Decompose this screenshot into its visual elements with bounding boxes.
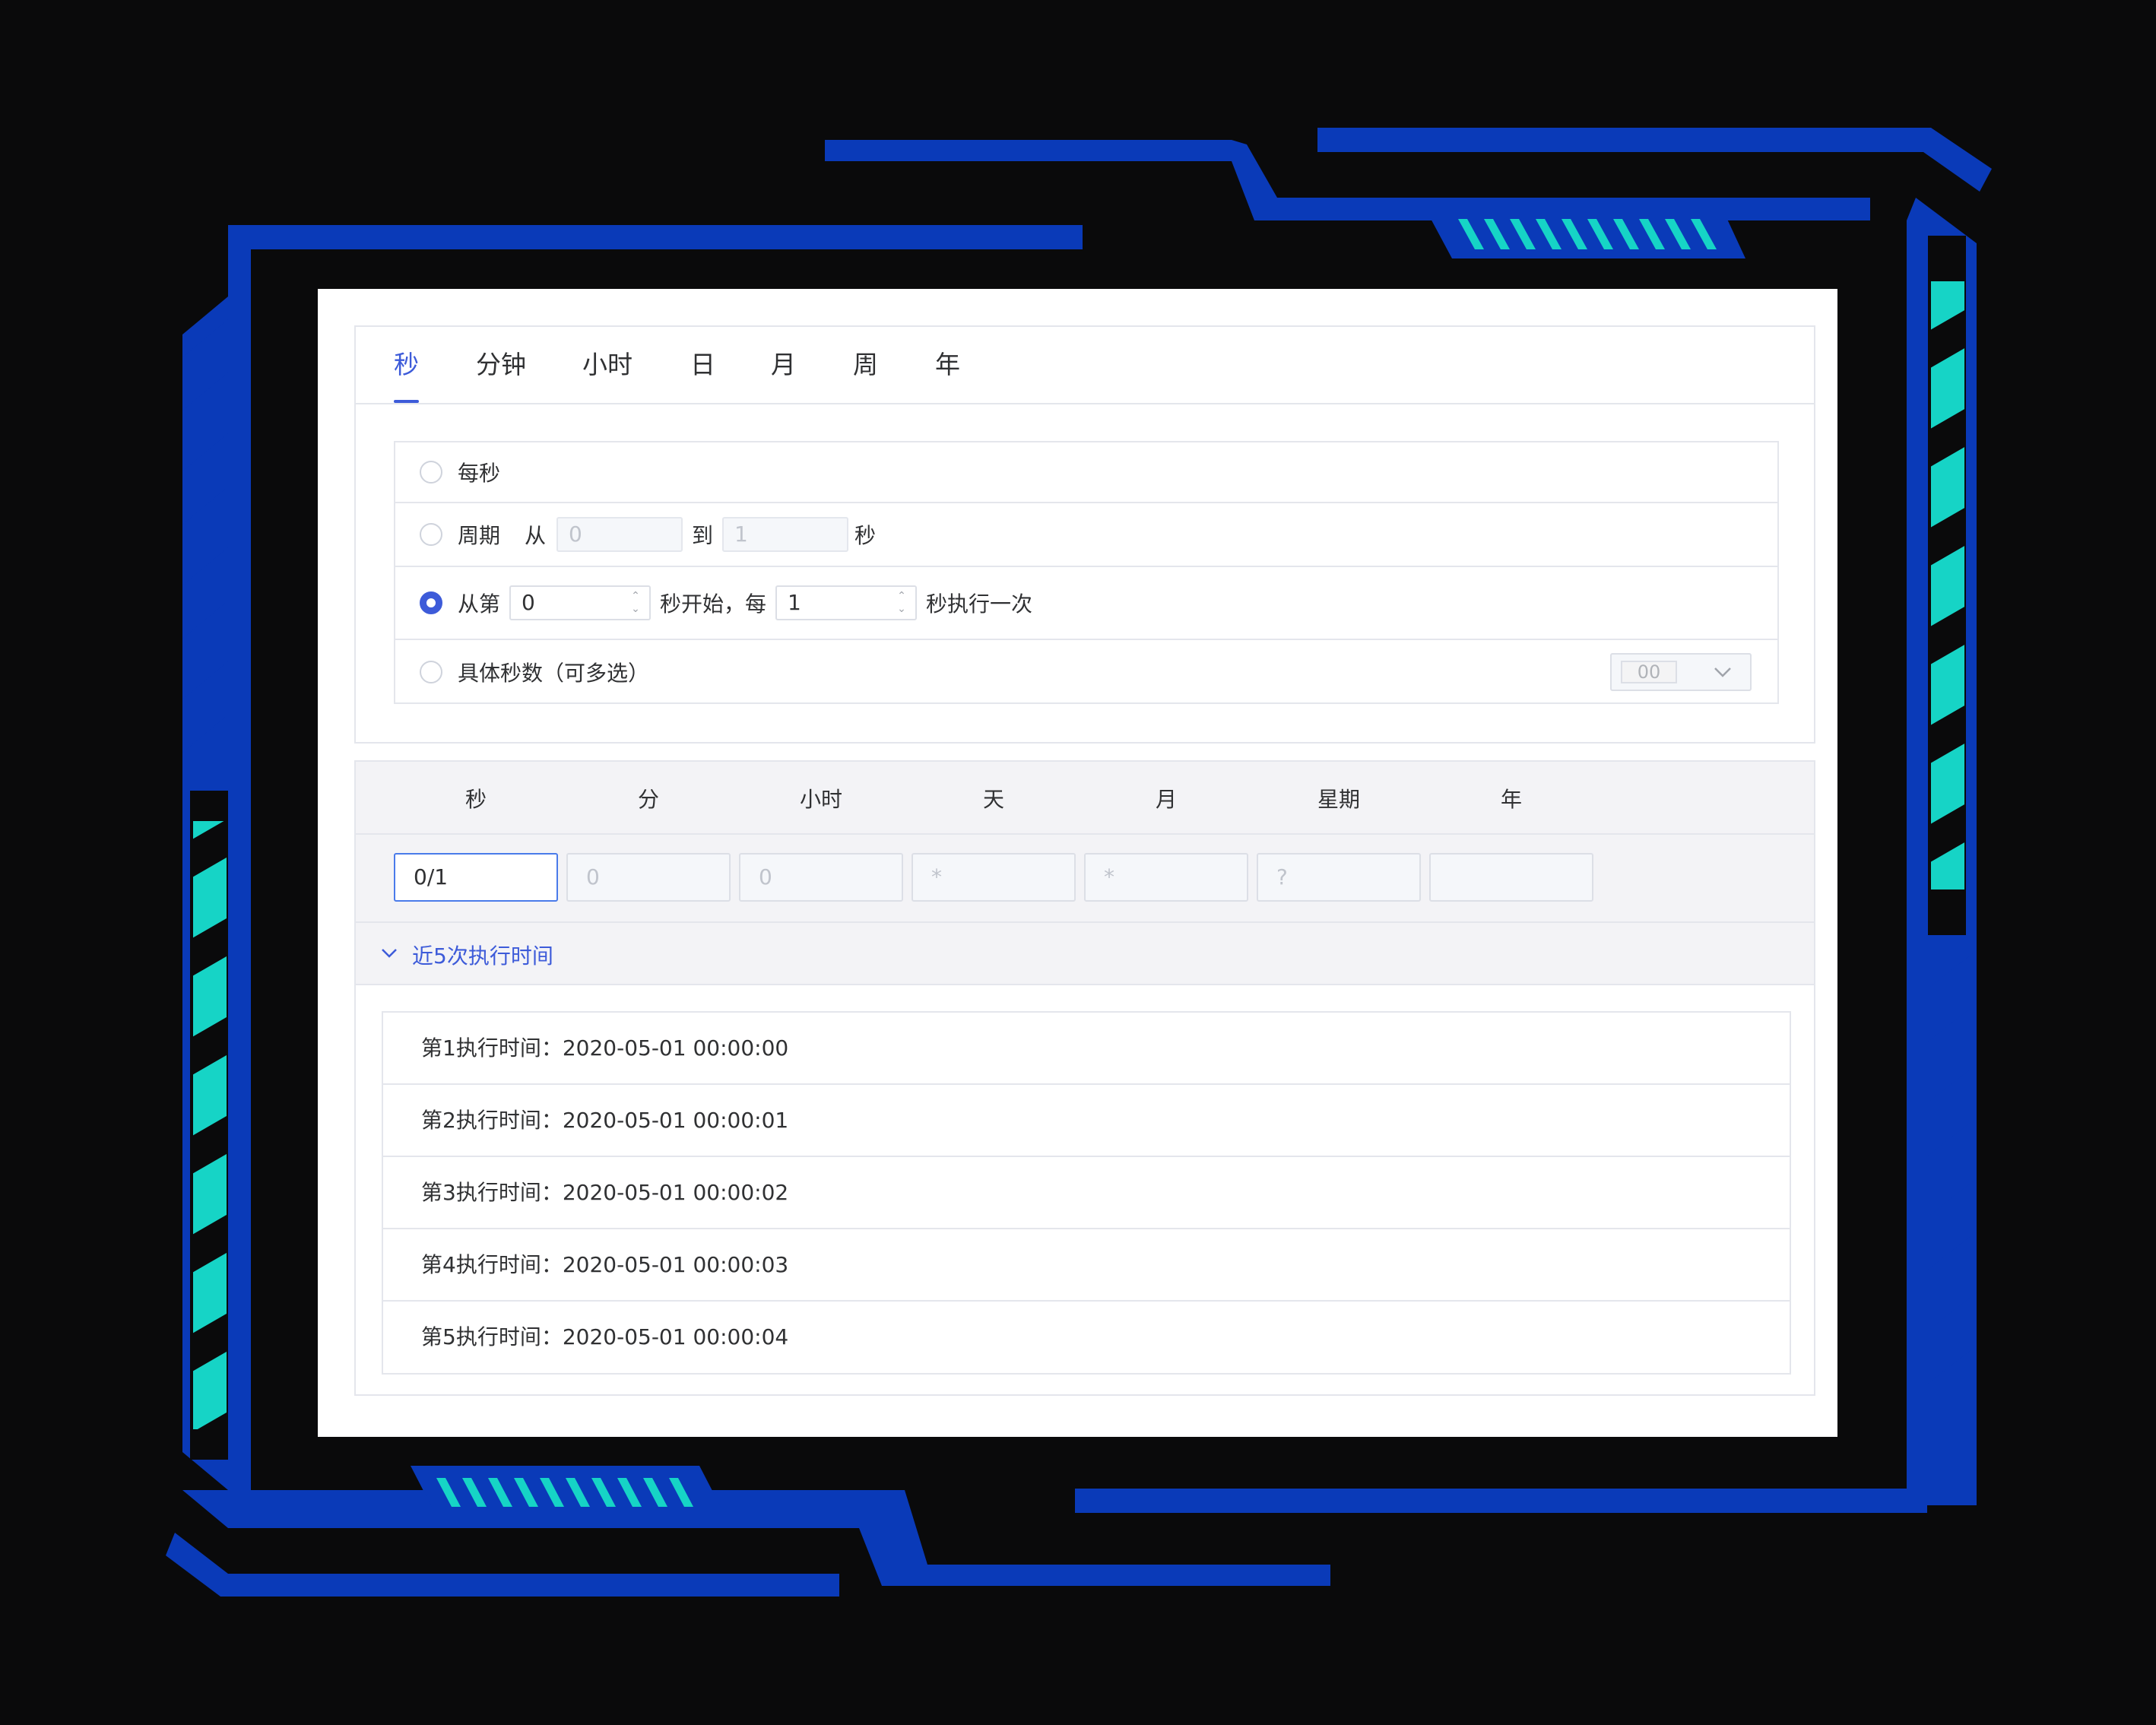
- period-to-label: 到: [692, 523, 714, 548]
- unit-tabs: 秒 分钟 小时 日 月 周 年: [356, 327, 1814, 404]
- period-unit: 秒: [854, 523, 877, 548]
- field-input-day[interactable]: *: [912, 853, 1076, 902]
- chevron-down-icon: [382, 949, 397, 958]
- second-options: 每秒 周期 从 0 到 1 秒 从第 0 ⌃ ⌄ 秒开始，每 1 ⌃ ⌄ 秒执行…: [394, 441, 1779, 704]
- loop-end-label: 秒执行一次: [926, 591, 1033, 617]
- list-item: 第3执行时间：2020-05-01 00:00:02: [383, 1157, 1790, 1229]
- run-label: 第1执行时间：: [421, 1035, 563, 1061]
- tab-year[interactable]: 年: [935, 350, 960, 403]
- field-header-month: 月: [1155, 787, 1177, 812]
- run-time: 2020-05-01 00:00:02: [562, 1180, 789, 1205]
- stepper-arrows-icon[interactable]: ⌃ ⌄: [896, 590, 908, 616]
- specific-label: 具体秒数（可多选）: [458, 661, 650, 686]
- tab-day[interactable]: 日: [690, 350, 715, 403]
- radio-loop[interactable]: [420, 591, 442, 614]
- option-loop[interactable]: 从第 0 ⌃ ⌄ 秒开始，每 1 ⌃ ⌄ 秒执行一次: [395, 567, 1777, 640]
- field-header-week: 星期: [1317, 787, 1360, 812]
- radio-period[interactable]: [420, 523, 442, 546]
- list-item: 第5执行时间：2020-05-01 00:00:04: [383, 1302, 1790, 1374]
- field-header-minute: 分: [637, 787, 659, 812]
- run-time: 2020-05-01 00:00:03: [562, 1252, 789, 1277]
- radio-every[interactable]: [420, 461, 442, 484]
- every-label: 每秒: [458, 461, 501, 486]
- run-time: 2020-05-01 00:00:04: [562, 1324, 789, 1349]
- tab-month[interactable]: 月: [771, 350, 796, 403]
- field-input-year[interactable]: [1429, 853, 1593, 902]
- field-header-row: 秒 分 小时 天 月 星期 年: [356, 762, 1814, 835]
- period-from-input[interactable]: 0: [556, 517, 683, 552]
- field-header-year: 年: [1500, 787, 1522, 812]
- list-item: 第2执行时间：2020-05-01 00:00:01: [383, 1085, 1790, 1157]
- radio-specific[interactable]: [420, 661, 442, 683]
- stepper-arrows-icon[interactable]: ⌃ ⌄: [629, 590, 642, 616]
- option-every-second[interactable]: 每秒: [395, 442, 1777, 503]
- run-label: 第3执行时间：: [421, 1180, 563, 1205]
- field-header-second: 秒: [464, 787, 487, 812]
- cron-fields-card: 秒 分 小时 天 月 星期 年 0/1 0 0 * * ? 近5次执行时间 第1…: [354, 760, 1815, 1396]
- option-period[interactable]: 周期 从 0 到 1 秒: [395, 503, 1777, 567]
- selected-second-tag: 00: [1621, 661, 1677, 683]
- option-specific[interactable]: 具体秒数（可多选） 00: [395, 640, 1777, 704]
- recent-runs-list: 第1执行时间：2020-05-01 00:00:00 第2执行时间：2020-0…: [382, 1011, 1791, 1375]
- run-label: 第2执行时间：: [421, 1108, 563, 1133]
- field-input-week[interactable]: ?: [1257, 853, 1421, 902]
- loop-start-input[interactable]: 0 ⌃ ⌄: [509, 585, 652, 620]
- tab-minute[interactable]: 分钟: [476, 350, 526, 403]
- tab-second[interactable]: 秒: [394, 350, 419, 403]
- list-item: 第1执行时间：2020-05-01 00:00:00: [383, 1013, 1790, 1085]
- field-input-month[interactable]: *: [1084, 853, 1248, 902]
- run-time: 2020-05-01 00:00:01: [562, 1108, 789, 1133]
- period-label: 周期: [458, 523, 501, 548]
- tab-week[interactable]: 周: [853, 350, 878, 403]
- run-label: 第4执行时间：: [421, 1252, 563, 1277]
- loop-step-input[interactable]: 1 ⌃ ⌄: [775, 585, 918, 620]
- cron-generator-panel: 秒 分钟 小时 日 月 周 年 每秒 周期 从 0 到 1 秒 从第 0 ⌃ ⌄…: [318, 289, 1837, 1437]
- run-label: 第5执行时间：: [421, 1324, 563, 1349]
- recent-runs-title: 近5次执行时间: [412, 943, 553, 969]
- period-to-input[interactable]: 1: [722, 517, 849, 552]
- loop-start-value: 0: [522, 590, 535, 615]
- loop-step-value: 1: [788, 590, 801, 615]
- chevron-down-icon: [1714, 667, 1731, 677]
- field-input-minute[interactable]: 0: [566, 853, 731, 902]
- period-from-label: 从: [525, 523, 547, 548]
- specific-seconds-select[interactable]: 00: [1610, 653, 1752, 691]
- field-header-hour: 小时: [799, 787, 842, 812]
- recent-runs-body: 第1执行时间：2020-05-01 00:00:00 第2执行时间：2020-0…: [356, 985, 1814, 1394]
- loop-start-label: 从第: [458, 591, 501, 617]
- loop-mid-label: 秒开始，每: [660, 591, 767, 617]
- config-card: 秒 分钟 小时 日 月 周 年 每秒 周期 从 0 到 1 秒 从第 0 ⌃ ⌄…: [354, 325, 1815, 744]
- field-input-hour[interactable]: 0: [739, 853, 903, 902]
- tab-hour[interactable]: 小时: [582, 350, 633, 403]
- field-header-day: 天: [982, 787, 1004, 812]
- list-item: 第4执行时间：2020-05-01 00:00:03: [383, 1229, 1790, 1302]
- run-time: 2020-05-01 00:00:00: [562, 1035, 789, 1061]
- recent-runs-toggle[interactable]: 近5次执行时间: [356, 921, 1814, 985]
- field-input-second[interactable]: 0/1: [394, 853, 558, 902]
